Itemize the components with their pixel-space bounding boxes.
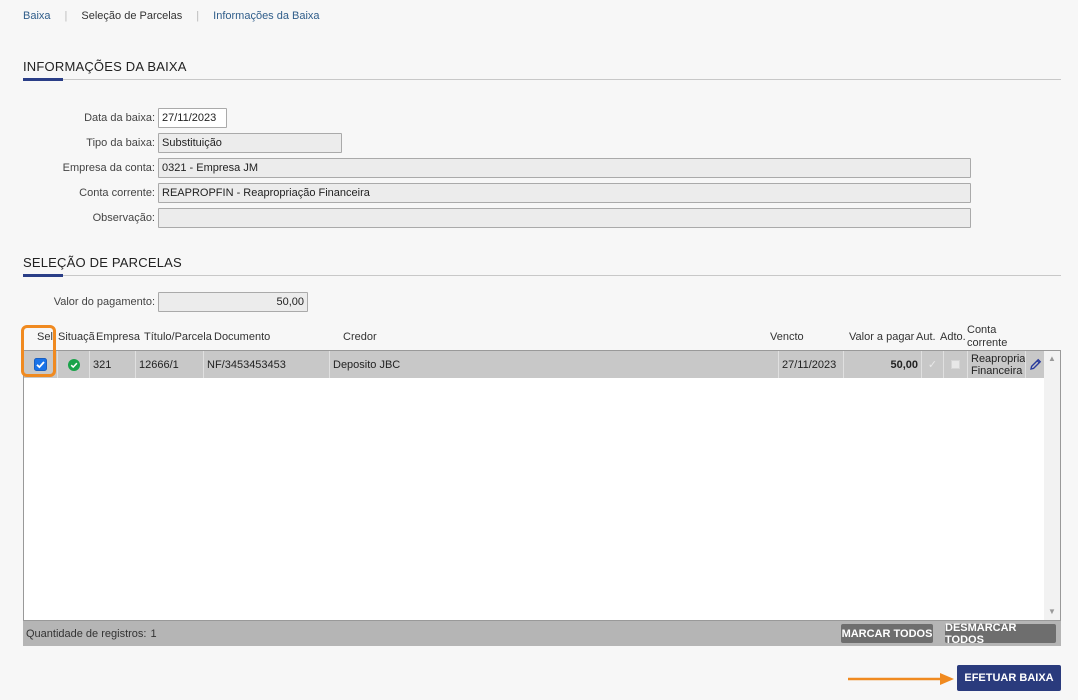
row-empresa: 321	[90, 351, 136, 378]
col-aut[interactable]: Aut.	[916, 331, 936, 343]
breadcrumb-separator: |	[64, 10, 68, 22]
aut-check-icon: ✓	[922, 351, 944, 378]
valor-pagamento-label: Valor do pagamento:	[53, 296, 155, 308]
tipo-baixa-row: Tipo da baixa: Substituição	[0, 133, 342, 153]
grid-footer: Quantidade de registros: 1 MARCAR TODOS …	[23, 621, 1061, 646]
breadcrumb: Baixa | Seleção de Parcelas | Informaçõe…	[23, 10, 320, 22]
breadcrumb-informacoes-baixa[interactable]: Informações da Baixa	[213, 10, 319, 22]
data-baixa-field[interactable]: 27/11/2023	[158, 108, 227, 128]
row-edit-cell[interactable]	[1026, 351, 1044, 378]
valor-pagamento-row: Valor do pagamento: 50,00	[0, 292, 308, 312]
section-accent	[23, 78, 63, 81]
col-situacao[interactable]: Situaçã	[58, 331, 95, 343]
check-circle-icon	[67, 358, 80, 371]
row-conta-corrente: Reapropriaç Financeira	[968, 351, 1026, 378]
valor-pagamento-field[interactable]: 50,00	[158, 292, 308, 312]
row-conta-line1: Reapropriaç	[971, 352, 1026, 365]
col-empresa[interactable]: Empresa	[96, 331, 140, 343]
data-baixa-label: Data da baixa:	[84, 112, 155, 124]
checkbox-checked-icon[interactable]	[34, 358, 47, 371]
tipo-baixa-field[interactable]: Substituição	[158, 133, 342, 153]
grid-header: Sel. Situaçã Empresa Título/Parcela Docu…	[23, 324, 1061, 350]
grid-body: 321 12666/1 NF/3453453453 Deposito JBC 2…	[23, 350, 1061, 621]
conta-corrente-row: Conta corrente: REAPROPFIN - Reapropriaç…	[0, 183, 971, 203]
adto-checkbox[interactable]	[951, 360, 960, 369]
row-status-cell	[58, 351, 90, 378]
empresa-conta-field[interactable]: 0321 - Empresa JM	[158, 158, 971, 178]
row-vencto: 27/11/2023	[779, 351, 844, 378]
observacao-row: Observação:	[0, 208, 971, 228]
tipo-baixa-label: Tipo da baixa:	[86, 137, 155, 149]
grid-scrollbar[interactable]: ▲ ▼	[1044, 351, 1060, 620]
data-baixa-row: Data da baixa: 27/11/2023	[0, 108, 227, 128]
breadcrumb-selecao-parcelas[interactable]: Seleção de Parcelas	[81, 10, 182, 22]
row-conta-line2: Financeira	[971, 364, 1023, 377]
records-count-label: Quantidade de registros:	[26, 627, 147, 640]
empresa-conta-label: Empresa da conta:	[62, 162, 155, 174]
arrow-right-icon	[848, 673, 954, 685]
observacao-label: Observação:	[92, 212, 155, 224]
row-credor: Deposito JBC	[330, 351, 779, 378]
col-credor[interactable]: Credor	[343, 331, 377, 343]
row-select-cell[interactable]	[24, 351, 58, 378]
efetuar-baixa-button[interactable]: EFETUAR BAIXA	[957, 665, 1061, 691]
info-section-title: INFORMAÇÕES DA BAIXA	[23, 59, 187, 74]
pencil-icon[interactable]	[1029, 358, 1042, 371]
desmarcar-todos-button[interactable]: DESMARCAR TODOS	[945, 622, 1056, 646]
row-valor: 50,00	[844, 351, 922, 378]
col-conta-line2[interactable]: corrente	[967, 337, 1007, 349]
section-divider	[23, 275, 1061, 276]
conta-corrente-label: Conta corrente:	[79, 187, 155, 199]
section-accent	[23, 274, 63, 277]
observacao-field[interactable]	[158, 208, 971, 228]
col-conta-line1[interactable]: Conta	[967, 324, 996, 336]
col-documento[interactable]: Documento	[214, 331, 270, 343]
scroll-down-icon[interactable]: ▼	[1044, 606, 1060, 618]
row-titulo: 12666/1	[136, 351, 204, 378]
empresa-conta-row: Empresa da conta: 0321 - Empresa JM	[0, 158, 971, 178]
col-vencto[interactable]: Vencto	[770, 331, 804, 343]
records-count: 1	[150, 627, 157, 640]
breadcrumb-baixa[interactable]: Baixa	[23, 10, 51, 22]
row-documento: NF/3453453453	[204, 351, 330, 378]
col-sel[interactable]: Sel.	[37, 331, 56, 343]
col-valor[interactable]: Valor a pagar	[849, 331, 914, 343]
col-titulo[interactable]: Título/Parcela	[144, 331, 212, 343]
table-row[interactable]: 321 12666/1 NF/3453453453 Deposito JBC 2…	[24, 351, 1044, 378]
section-divider	[23, 79, 1061, 80]
scroll-up-icon[interactable]: ▲	[1044, 353, 1060, 365]
row-adto-cell[interactable]	[944, 351, 968, 378]
marcar-todos-button[interactable]: MARCAR TODOS	[841, 624, 933, 643]
breadcrumb-separator: |	[196, 10, 200, 22]
col-adto[interactable]: Adto.	[940, 331, 966, 343]
conta-corrente-field[interactable]: REAPROPFIN - Reapropriação Financeira	[158, 183, 971, 203]
selection-section-title: SELEÇÃO DE PARCELAS	[23, 255, 182, 270]
